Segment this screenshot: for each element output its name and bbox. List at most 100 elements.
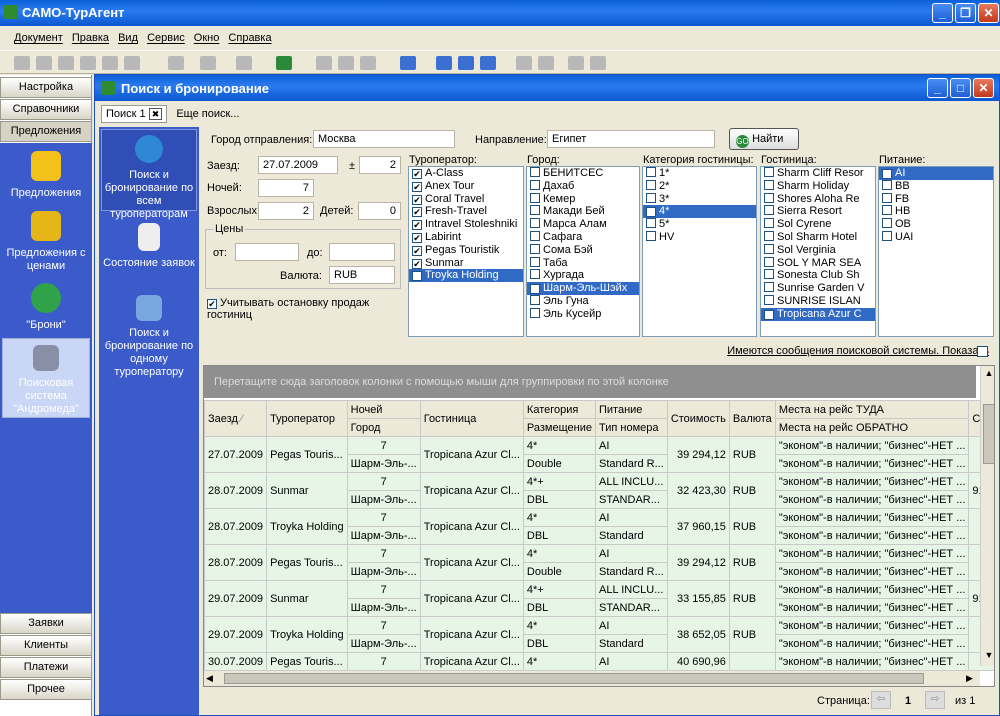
hotel-item[interactable]: Shores Aloha Re [761, 192, 875, 206]
table-row[interactable]: 28.07.2009 Pegas Touris... 7 Tropicana Azur… [204, 544, 994, 581]
checkbox-icon[interactable] [646, 218, 656, 229]
checkbox-checked-icon[interactable]: ✔ [412, 220, 422, 231]
messages-checkbox[interactable] [977, 346, 988, 357]
col-category[interactable]: Категория [522, 400, 596, 419]
departure-input[interactable]: Москва [313, 130, 455, 148]
checkbox-icon[interactable] [646, 167, 656, 177]
sidebar-item-other[interactable]: Прочее [0, 679, 92, 700]
action-search-one[interactable]: Поиск и бронирование по одному туроперат… [99, 295, 199, 379]
meal-item[interactable]: BB [879, 179, 993, 193]
hotel-item[interactable]: Sonesta Club Sh [761, 269, 875, 282]
city-item[interactable]: Таба [527, 256, 639, 270]
col-currency[interactable]: Валюта [728, 400, 776, 437]
next-icon[interactable] [458, 56, 474, 70]
sidebar-item-payments[interactable]: Платежи [0, 657, 92, 678]
checkbox-icon[interactable] [764, 179, 774, 190]
hotel-item[interactable]: Sharm Holiday [761, 179, 875, 193]
menu-window[interactable]: Окно [194, 32, 220, 44]
hotel-item[interactable]: Sol Cyrene [761, 218, 875, 231]
col-seats-to[interactable]: Места на рейс ТУДА [774, 400, 970, 419]
hotel-item[interactable]: SUNRISE ISLAN [761, 294, 875, 308]
operator-item[interactable]: ✔ Intravel Stoleshniki [409, 218, 523, 231]
up-icon[interactable] [400, 56, 416, 70]
close-icon[interactable]: ✕ [978, 3, 999, 23]
city-item[interactable]: Сафага [527, 230, 639, 244]
nights-input[interactable]: 7 [258, 179, 314, 197]
operator-item[interactable]: ✔ Pegas Touristik [409, 244, 523, 257]
currency-input[interactable]: RUB [329, 266, 395, 284]
table-row[interactable]: 29.07.2009 Troyka Holding 7 Tropicana Azur … [204, 616, 994, 653]
checkbox-icon[interactable] [530, 218, 540, 229]
col-arrival[interactable]: Заезд ⁄ [204, 400, 268, 437]
city-item[interactable]: Макади Бей [527, 205, 639, 218]
city-item[interactable]: Эль Гуна [527, 294, 639, 308]
phone-icon[interactable] [276, 56, 292, 70]
table-row[interactable]: 30.07.2009 Pegas Touris... 7 Tropicana Azur… [204, 652, 994, 671]
meal-item[interactable]: FB [879, 192, 993, 206]
category-item[interactable]: ✔ 4* [643, 205, 756, 219]
price-from-input[interactable] [235, 243, 299, 261]
checkbox-icon[interactable] [764, 282, 774, 293]
sidebar-item-requests[interactable]: Заявки [0, 613, 92, 634]
city-item[interactable]: Дахаб [527, 179, 639, 193]
operator-item[interactable]: ✔ Fresh-Travel [409, 205, 523, 218]
vertical-scrollbar[interactable]: ▲ ▼ [980, 366, 994, 666]
meal-item[interactable]: ✔ AI [879, 167, 993, 180]
add-icon[interactable] [316, 56, 332, 70]
category-item[interactable]: 3* [643, 192, 756, 206]
hotel-item[interactable]: Sierra Resort [761, 205, 875, 218]
category-item[interactable]: HV [643, 230, 756, 244]
checkbox-icon[interactable] [882, 230, 892, 241]
inner-close-icon[interactable]: ✕ [973, 78, 994, 98]
category-item[interactable]: 5* [643, 218, 756, 231]
col-hotel[interactable]: Гостиница [419, 400, 524, 437]
checkbox-icon[interactable] [530, 243, 540, 254]
scroll-thumb[interactable] [983, 404, 994, 464]
copy-icon[interactable] [338, 56, 354, 70]
checkbox-icon[interactable] [882, 205, 892, 216]
table-row[interactable]: 28.07.2009 Troyka Holding 7 Tropicana Azur … [204, 508, 994, 545]
days-range-input[interactable]: 2 [359, 156, 401, 174]
menu-edit[interactable]: Правка [72, 32, 109, 44]
arrival-date-input[interactable]: 27.07.2009 [258, 156, 338, 174]
sidebar-item-settings[interactable]: Настройка [0, 77, 92, 98]
checkbox-checked-icon[interactable]: ✔ [764, 309, 774, 320]
sidebar-item-references[interactable]: Справочники [0, 99, 92, 120]
col-meal[interactable]: Питание [594, 400, 668, 419]
table-row[interactable]: 28.07.2009 Sunmar 7 Tropicana Azur Cl... 4*+… [204, 472, 994, 509]
checkbox-checked-icon[interactable]: ✔ [530, 284, 540, 295]
col-city[interactable]: Город [346, 418, 421, 437]
operator-item[interactable]: ✔ Sunmar [409, 257, 523, 270]
table-row[interactable]: 29.07.2009 Sunmar 7 Tropicana Azur Cl... 4*+… [204, 580, 994, 617]
checkbox-icon[interactable] [764, 230, 774, 241]
refresh-icon[interactable] [168, 56, 184, 70]
checkbox-checked-icon[interactable]: ✔ [412, 207, 422, 218]
col-operator[interactable]: Туроператор [266, 400, 348, 437]
children-input[interactable]: 0 [358, 202, 401, 220]
col-seats-back[interactable]: Места на рейс ОБРАТНО [774, 418, 970, 437]
image-icon[interactable] [236, 56, 252, 70]
meal-item[interactable]: UAI [879, 230, 993, 244]
scroll-left-icon[interactable]: ◀ [206, 673, 213, 684]
menu-view[interactable]: Вид [118, 32, 138, 44]
messages-link[interactable]: Имеются сообщения поисковой системы. Пок… [711, 345, 989, 357]
hotel-item[interactable]: Sol Verginia [761, 243, 875, 257]
checkbox-icon[interactable] [530, 230, 540, 241]
find-button[interactable]: GO Найти [729, 128, 799, 150]
window2-icon[interactable] [590, 56, 606, 70]
scroll-down-icon[interactable]: ▼ [983, 650, 994, 662]
checkbox-icon[interactable] [530, 269, 540, 280]
sidebar-item-clients[interactable]: Клиенты [0, 635, 92, 656]
users-icon[interactable] [516, 56, 532, 70]
category-item[interactable]: 1* [643, 167, 756, 180]
city-item[interactable]: Сома Бэй [527, 243, 639, 257]
open-icon[interactable] [36, 56, 52, 70]
new-doc-icon[interactable] [14, 56, 30, 70]
stopsale-checkbox[interactable]: ✔ Учитывать остановку продаж гостиниц [207, 297, 403, 321]
checkbox-checked-icon[interactable]: ✔ [882, 169, 892, 179]
hscroll-thumb[interactable] [224, 673, 924, 684]
hotel-item[interactable]: ✔ Tropicana Azur C [761, 307, 875, 321]
city-item[interactable]: Эль Кусейр [527, 307, 639, 321]
action-request-status[interactable]: Состояние заявок [99, 223, 199, 270]
prev-page-icon[interactable]: ⇦ [871, 691, 891, 709]
